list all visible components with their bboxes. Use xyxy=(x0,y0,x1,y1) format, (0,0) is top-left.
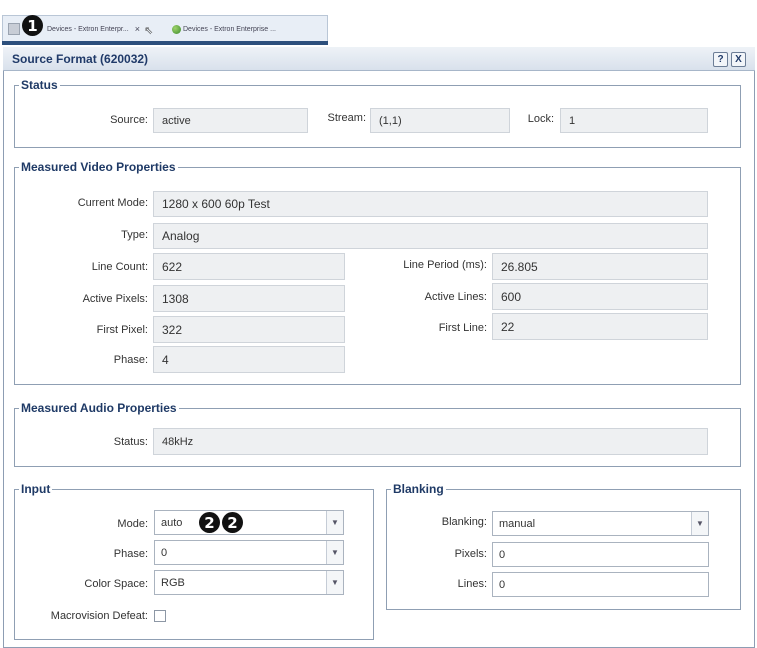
input-phase-label: Phase: xyxy=(113,548,148,560)
dialog-title: Source Format (620032) xyxy=(12,52,149,66)
blanking-label: Blanking: xyxy=(441,516,487,528)
line-count-value: 622 xyxy=(153,253,345,280)
active-lines-value: 600 xyxy=(492,283,708,310)
line-period-label: Line Period (ms): xyxy=(403,259,487,271)
first-line-label: First Line: xyxy=(438,322,487,334)
lock-label: Lock: xyxy=(527,113,554,125)
audio-status-value: 48kHz xyxy=(153,428,708,455)
mouse-cursor-icon: ⇖ xyxy=(144,25,154,37)
current-mode-label: Current Mode: xyxy=(77,197,148,209)
blanking-legend: Blanking xyxy=(393,482,444,496)
lines-input[interactable]: 0 xyxy=(492,572,709,597)
chevron-down-icon[interactable]: ▼ xyxy=(326,571,343,594)
line-period-value: 26.805 xyxy=(492,253,708,280)
tab-underline xyxy=(2,41,328,45)
type-value: Analog xyxy=(153,223,708,249)
color-space-label: Color Space: xyxy=(84,578,148,590)
stream-label: Stream: xyxy=(327,112,366,124)
input-phase-select-value: 0 xyxy=(161,546,168,559)
first-line-value: 22 xyxy=(492,313,708,340)
source-value: active xyxy=(153,108,308,133)
audio-status-label: Status: xyxy=(113,436,148,448)
tab-close-icon[interactable]: × xyxy=(135,24,140,34)
tab-1-label: Devices - Extron Enterpr... xyxy=(47,25,129,33)
chevron-down-icon[interactable]: ▼ xyxy=(326,541,343,564)
macrovision-label: Macrovision Defeat: xyxy=(50,610,148,622)
phase-label: Phase: xyxy=(113,354,148,366)
type-label: Type: xyxy=(121,229,148,241)
pixels-input[interactable]: 0 xyxy=(492,542,709,567)
first-pixel-label: First Pixel: xyxy=(96,324,148,336)
phase-value: 4 xyxy=(153,346,345,373)
callout-marker-2a: 2 xyxy=(199,512,220,533)
blanking-select[interactable]: manual ▼ xyxy=(492,511,709,536)
status-legend: Status xyxy=(21,78,58,92)
chevron-down-icon[interactable]: ▼ xyxy=(691,512,708,535)
color-space-select[interactable]: RGB ▼ xyxy=(154,570,344,595)
macrovision-checkbox[interactable] xyxy=(154,610,166,622)
active-pixels-label: Active Pixels: xyxy=(82,293,148,305)
stream-value: (1,1) xyxy=(370,108,510,133)
lines-label: Lines: xyxy=(457,578,487,590)
video-legend: Measured Video Properties xyxy=(21,160,176,174)
mode-select[interactable]: auto ▼ xyxy=(154,510,344,535)
lock-value: 1 xyxy=(560,108,708,133)
current-mode-value: 1280 x 600 60p Test xyxy=(153,191,708,217)
pixels-label: Pixels: xyxy=(454,548,487,560)
mode-label: Mode: xyxy=(117,518,148,530)
globe-icon xyxy=(172,24,181,34)
first-pixel-value: 322 xyxy=(153,316,345,343)
close-button[interactable]: X xyxy=(731,52,746,67)
source-label: Source: xyxy=(110,114,148,126)
color-space-select-value: RGB xyxy=(161,576,185,589)
chevron-down-icon[interactable]: ▼ xyxy=(326,511,343,534)
help-button[interactable]: ? xyxy=(713,52,728,67)
active-lines-label: Active Lines: xyxy=(424,291,487,303)
input-legend: Input xyxy=(21,482,51,496)
callout-marker-1: 1 xyxy=(22,15,43,36)
audio-legend: Measured Audio Properties xyxy=(21,401,177,415)
line-count-label: Line Count: xyxy=(91,261,148,273)
mode-select-value: auto xyxy=(161,516,183,529)
callout-marker-2b: 2 xyxy=(222,512,243,533)
tab-2-label: Devices - Extron Enterprise ... xyxy=(183,25,276,33)
browser-tab-2[interactable]: Devices - Extron Enterprise ... xyxy=(172,18,322,40)
input-phase-select[interactable]: 0 ▼ xyxy=(154,540,344,565)
blanking-select-value: manual xyxy=(499,517,536,530)
page-icon xyxy=(8,23,20,35)
active-pixels-value: 1308 xyxy=(153,285,345,312)
